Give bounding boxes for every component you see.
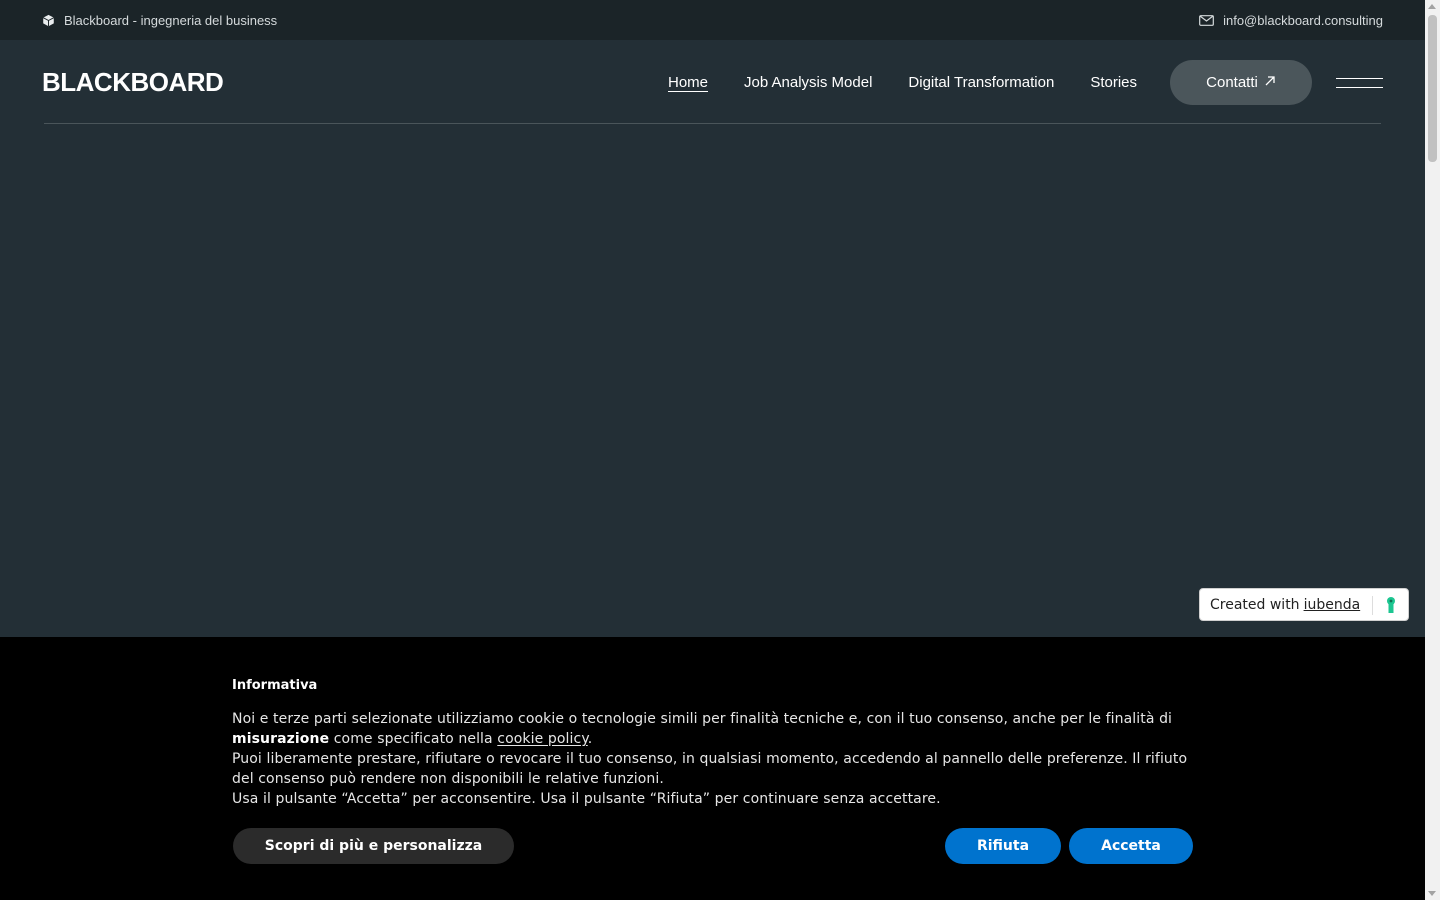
site-header: BLACKBOARD Home Job Analysis Model Digit… <box>0 40 1425 124</box>
nav-stories[interactable]: Stories <box>1090 74 1137 91</box>
email-group[interactable]: info@blackboard.consulting <box>1199 13 1383 28</box>
cookie-banner: Informativa Noi e terze parti selezionat… <box>0 637 1425 900</box>
customize-button[interactable]: Scopri di più e personalizza <box>233 828 514 864</box>
site-tagline: Blackboard - ingegneria del business <box>64 12 278 28</box>
cookie-title: Informativa <box>232 678 318 693</box>
contact-button[interactable]: Contatti <box>1170 60 1312 105</box>
keyhole-icon <box>1386 597 1396 618</box>
iubenda-badge[interactable]: Created with iubenda <box>1199 588 1409 621</box>
nav-home[interactable]: Home <box>668 74 708 91</box>
scrollbar-thumb[interactable] <box>1428 15 1437 162</box>
page-scrollbar[interactable] <box>1425 0 1440 900</box>
iubenda-link[interactable]: iubenda <box>1304 597 1361 613</box>
email-link[interactable]: info@blackboard.consulting <box>1223 13 1383 28</box>
arrow-up-right-icon <box>1264 74 1276 91</box>
mail-icon <box>1199 14 1214 26</box>
cookie-line2: Puoi liberamente prestare, rifiutare o r… <box>232 751 1188 787</box>
nav-digital-transformation[interactable]: Digital Transformation <box>908 74 1054 91</box>
cube-icon <box>42 14 55 27</box>
badge-divider <box>1372 596 1373 615</box>
cookie-line3: Usa il pulsante “Accetta” per acconsenti… <box>232 791 941 807</box>
contact-button-label: Contatti <box>1206 74 1258 91</box>
accept-button[interactable]: Accetta <box>1069 828 1193 864</box>
top-bar: Blackboard - ingegneria del business inf… <box>0 0 1425 40</box>
cookie-text: Noi e terze parti selezionate utilizziam… <box>232 709 1192 809</box>
cookie-policy-link[interactable]: cookie policy <box>497 731 587 747</box>
hamburger-icon[interactable] <box>1336 77 1383 88</box>
tagline-group: Blackboard - ingegneria del business <box>42 13 277 28</box>
cookie-line1-bold: misurazione <box>232 731 330 747</box>
site-logo[interactable]: BLACKBOARD <box>42 69 224 95</box>
scroll-up-arrow-icon[interactable] <box>1428 4 1436 9</box>
header-divider <box>44 123 1381 124</box>
reject-button[interactable]: Rifiuta <box>945 828 1061 864</box>
cookie-line1-end: . <box>587 731 593 747</box>
nav-job-analysis-model[interactable]: Job Analysis Model <box>744 74 872 91</box>
cookie-line1-a: Noi e terze parti selezionate utilizziam… <box>232 711 1173 727</box>
iubenda-prefix: Created with <box>1210 596 1300 613</box>
main-nav: Home Job Analysis Model Digital Transfor… <box>668 60 1383 105</box>
cookie-line1-b: come specificato nella <box>333 731 493 747</box>
scroll-down-arrow-icon[interactable] <box>1428 891 1436 896</box>
